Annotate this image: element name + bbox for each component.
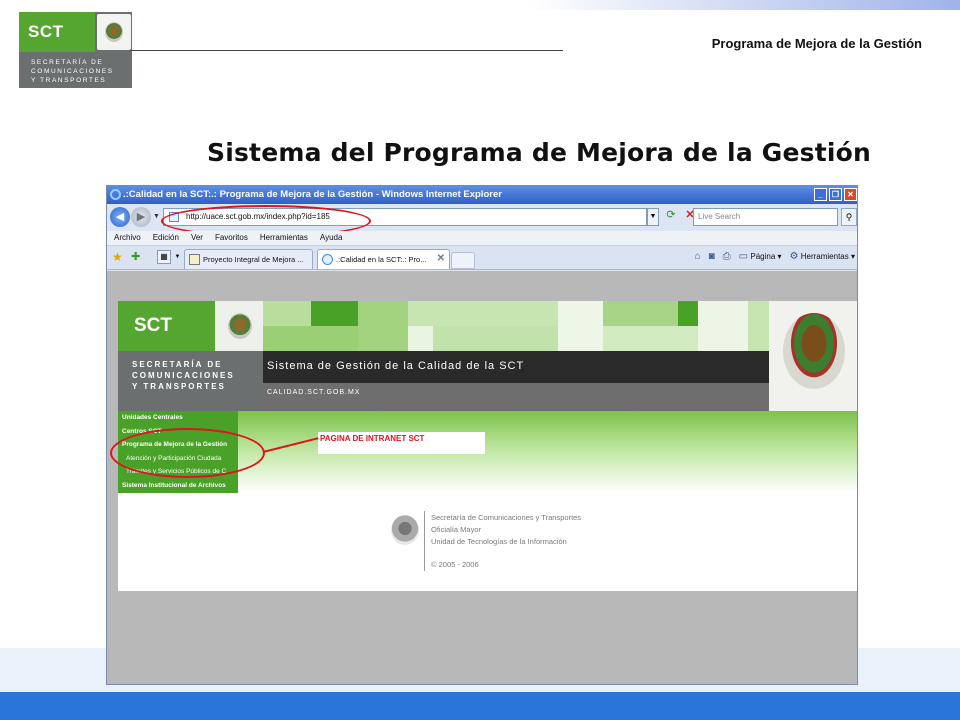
gear-icon: ⚙: [789, 251, 799, 262]
tab-label: .:Calidad en la SCT:.: Pro...: [336, 255, 427, 264]
feeds-icon[interactable]: ◙: [709, 251, 715, 262]
site-url-label: CALIDAD.SCT.GOB.MX: [263, 383, 769, 411]
search-icon[interactable]: ⚲: [841, 208, 857, 226]
tab-list-dropdown-icon[interactable]: ▼: [173, 250, 182, 264]
command-bar: ⌂ ◙ ⎙ ▭ Página ▾ ⚙ Herramientas ▾: [695, 251, 855, 262]
mosaic-block: [603, 326, 698, 351]
browser-window: .:Calidad en la SCT:.: Programa de Mejor…: [106, 185, 858, 685]
forward-button[interactable]: ▶: [131, 207, 151, 227]
footer-copyright: © 2005 - 2006: [431, 560, 479, 569]
page-icon: ▭: [738, 251, 749, 262]
tab-proyecto-integral[interactable]: Proyecto Integral de Mejora ...: [184, 249, 313, 269]
sct-logo: SCT SECRETARÍA DE COMUNICACIONES Y TRANS…: [19, 12, 132, 88]
mosaic-block: [748, 301, 769, 351]
sct-logo-text: SECRETARÍA DE COMUNICACIONES Y TRANSPORT…: [31, 58, 114, 85]
close-tab-icon[interactable]: ✕: [437, 253, 445, 264]
restore-button[interactable]: ❐: [829, 188, 842, 201]
sct-logo-line: Y TRANSPORTES: [132, 382, 226, 391]
minimize-button[interactable]: _: [814, 188, 827, 201]
menu-bar: Archivo Edición Ver Favoritos Herramient…: [107, 231, 857, 246]
sct-logo-line: COMUNICACIONES: [132, 371, 235, 380]
mosaic-block: [311, 301, 358, 326]
page-menu-label: Página: [750, 252, 776, 261]
sct-logo-abbr: SCT: [134, 315, 172, 336]
page-title: Sistema del Programa de Mejora de la Ges…: [207, 138, 872, 167]
history-dropdown-icon[interactable]: ▼: [153, 213, 160, 220]
menu-ayuda[interactable]: Ayuda: [320, 233, 343, 245]
footer-divider: [424, 511, 425, 571]
sct-logo-line: COMUNICACIONES: [31, 68, 114, 75]
footer-line: Unidad de Tecnologías de la Información: [431, 537, 567, 546]
tab-bar: ★ ✚ ▦ ▼ Proyecto Integral de Mejora ... …: [107, 246, 857, 270]
mosaic-block: [698, 301, 748, 351]
webpage-viewport: SCT SECRETARÍA DE COMUNICACIONES Y TRANS…: [107, 271, 857, 684]
mosaic-block: [408, 326, 433, 351]
menu-item-unidades-centrales[interactable]: Unidades Centrales: [118, 411, 238, 425]
mosaic-block: [678, 301, 698, 326]
sct-logo-green-block: SCT: [118, 301, 215, 351]
navigation-bar: ◀ ▶ ▼ http://uace.sct.gob.mx/index.php?i…: [107, 204, 857, 237]
top-accent-bar: [0, 0, 960, 10]
menu-edicion[interactable]: Edición: [153, 233, 179, 245]
footer-line: Secretaría de Comunicaciones y Transport…: [431, 513, 582, 522]
program-title: Programa de Mejora de la Gestión: [711, 36, 922, 51]
tools-menu-button[interactable]: ⚙ Herramientas ▾: [790, 251, 855, 262]
sct-logo-abbr: SCT: [28, 22, 64, 41]
sct-logo-line: SECRETARÍA DE: [132, 360, 223, 369]
menu-herramientas[interactable]: Herramientas: [260, 233, 308, 245]
window-title: .:Calidad en la SCT:.: Programa de Mejor…: [123, 189, 502, 200]
national-seal-icon: [215, 301, 263, 351]
back-button[interactable]: ◀: [110, 207, 130, 227]
new-tab-button[interactable]: [451, 252, 475, 269]
address-dropdown-icon[interactable]: ▼: [647, 208, 659, 226]
menu-favoritos[interactable]: Favoritos: [215, 233, 248, 245]
home-icon[interactable]: ⌂: [695, 251, 701, 262]
browser-titlebar: .:Calidad en la SCT:.: Programa de Mejor…: [107, 186, 857, 204]
slide: SCT SECRETARÍA DE COMUNICACIONES Y TRANS…: [0, 0, 960, 720]
tab-calidad-sct[interactable]: .:Calidad en la SCT:.: Pro... ✕: [317, 249, 450, 269]
national-seal-icon: [391, 515, 419, 545]
intranet-link[interactable]: PAGINA DE INTRANET SCT: [318, 432, 485, 454]
sct-logo-line: Y TRANSPORTES: [31, 77, 107, 84]
menu-item-sistema-archivos[interactable]: Sistema Institucional de Archivos: [118, 479, 238, 493]
eagle-emblem-icon: [769, 301, 857, 411]
window-controls: _ ❐ ✕: [814, 188, 857, 201]
tab-label: Proyecto Integral de Mejora ...: [203, 255, 304, 264]
national-seal-icon: [97, 14, 131, 50]
page-footer: Secretaría de Comunicaciones y Transport…: [118, 493, 857, 591]
sct-logo-green-block: SCT: [19, 12, 95, 52]
add-favorite-icon[interactable]: ✚: [131, 250, 140, 263]
mosaic-block: [408, 301, 558, 326]
footer-line: Oficialía Mayor: [431, 525, 482, 534]
tab-favicon: [322, 254, 333, 265]
tools-menu-label: Herramientas: [800, 252, 849, 261]
search-input[interactable]: Live Search: [693, 208, 838, 226]
mosaic-block: [263, 301, 311, 326]
ie-icon: [110, 189, 121, 200]
sct-logo-text: SECRETARÍA DE COMUNICACIONES Y TRANSPORT…: [118, 351, 263, 411]
mosaic-block: [358, 301, 408, 351]
close-button[interactable]: ✕: [844, 188, 857, 201]
print-icon[interactable]: ⎙: [723, 251, 731, 262]
bottom-accent-bar: [0, 692, 960, 720]
menu-ver[interactable]: Ver: [191, 233, 203, 245]
favorites-star-icon[interactable]: ★: [112, 250, 123, 264]
mosaic-block: [603, 301, 678, 326]
tab-favicon: [189, 254, 200, 265]
menu-highlight-oval: [110, 428, 265, 478]
system-title: Sistema de Gestión de la Calidad de la S…: [263, 351, 769, 383]
quick-tabs-icon[interactable]: ▦: [157, 250, 171, 264]
menu-archivo[interactable]: Archivo: [114, 233, 141, 245]
page-menu-button[interactable]: ▭ Página ▾: [739, 251, 782, 262]
mosaic-block: [433, 326, 558, 351]
header-divider: [130, 50, 563, 51]
refresh-icon[interactable]: ⟳: [663, 208, 679, 226]
mosaic-block: [558, 301, 603, 351]
sct-logo-line: SECRETARÍA DE: [31, 59, 104, 66]
footer-text: Secretaría de Comunicaciones y Transport…: [431, 512, 581, 548]
